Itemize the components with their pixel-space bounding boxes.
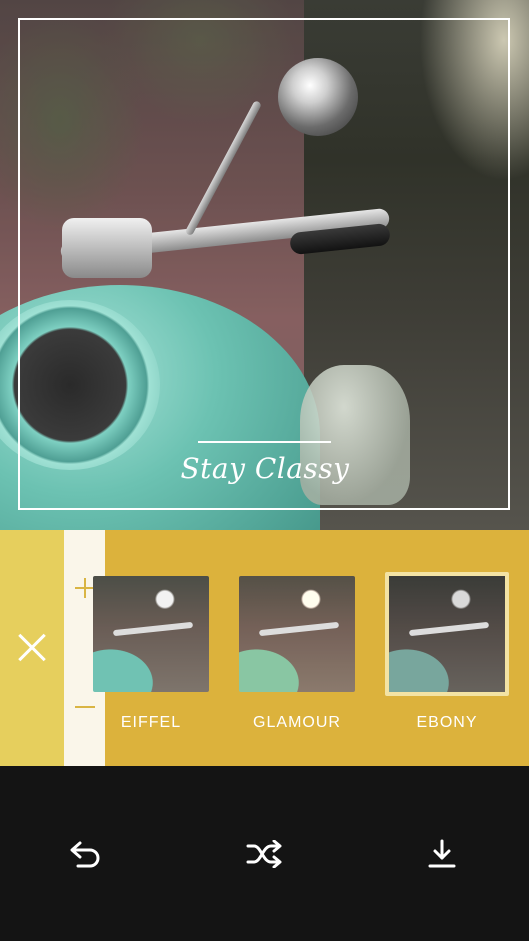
thumbnail-image [389,576,505,692]
filter-thumbnail-glamour[interactable] [239,576,355,692]
filter-label[interactable]: EIFFEL [93,714,209,732]
photo-preview: Stay Classy [0,0,529,530]
filter-list[interactable]: EIFFEL GLAMOUR EBONY [93,530,529,766]
title-underline [198,441,331,443]
close-button[interactable] [0,530,64,766]
thumbnail-image [93,576,209,692]
download-button[interactable] [422,836,462,872]
photo-frame-overlay [18,18,510,510]
thumbnail-image [239,576,355,692]
filter-thumbnail-eiffel[interactable] [93,576,209,692]
overlay-title: Stay Classy [180,452,350,485]
filter-label[interactable]: GLAMOUR [239,714,355,732]
minus-icon[interactable] [75,697,95,717]
download-icon [428,839,456,868]
close-icon [17,633,47,663]
plus-icon[interactable] [75,578,95,598]
shuffle-button[interactable] [244,836,284,872]
shuffle-icon [246,840,282,868]
filter-label[interactable]: EBONY [385,714,509,732]
bottom-toolbar [0,766,529,941]
filter-thumbnail-ebony-selected[interactable] [385,572,509,696]
filter-panel: EIFFEL GLAMOUR EBONY [0,530,529,766]
undo-icon [70,841,100,868]
undo-button[interactable] [66,836,106,872]
